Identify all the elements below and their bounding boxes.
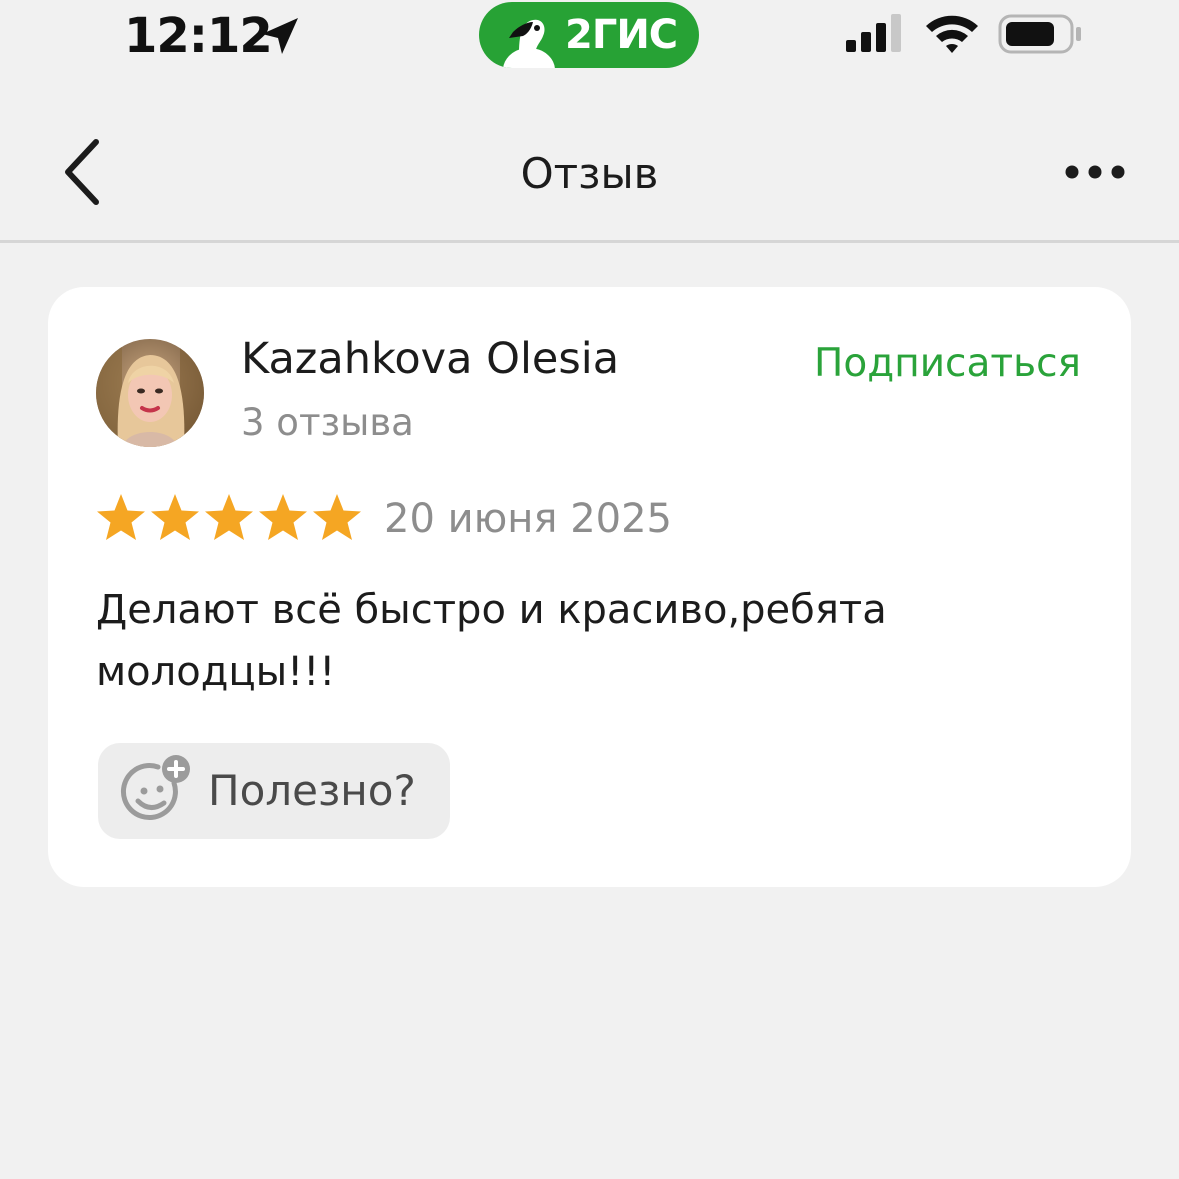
signal-icon [846, 14, 901, 52]
status-time: 12:12 [124, 8, 273, 64]
rating-stars [94, 491, 364, 547]
review-count: 3 отзыва [241, 401, 414, 444]
helpful-button[interactable]: Полезно? [98, 743, 450, 839]
location-arrow-icon [262, 18, 298, 54]
helpful-label: Полезно? [208, 766, 416, 815]
star-icon [151, 494, 199, 540]
review-text: Делают всё быстро и красиво,ребята молод… [96, 587, 887, 695]
nav-bar: Отзыв [0, 110, 1179, 243]
battery-icon [998, 14, 1081, 54]
screen: 12:12 2ГИС Отзыв Kazahkova Olesia 3 отзы… [0, 0, 1179, 1179]
more-dots-icon [1065, 165, 1125, 179]
app-badge-label: 2ГИС [565, 12, 678, 58]
author-name[interactable]: Kazahkova Olesia [241, 333, 619, 385]
smile-plus-icon [120, 755, 190, 821]
review-card: Kazahkova Olesia 3 отзыва Подписаться 20… [48, 287, 1131, 887]
star-icon [97, 494, 145, 540]
goose-icon [503, 19, 555, 68]
star-icon [259, 494, 307, 540]
subscribe-button[interactable]: Подписаться [814, 339, 1081, 389]
page-title: Отзыв [520, 149, 659, 198]
review-date: 20 июня 2025 [384, 496, 673, 542]
app-badge[interactable]: 2ГИС [479, 2, 699, 68]
status-bar: 12:12 2ГИС [0, 0, 1179, 80]
more-button[interactable] [1056, 146, 1134, 198]
star-icon [205, 494, 253, 540]
wifi-icon [926, 15, 978, 53]
star-icon [313, 494, 361, 540]
avatar[interactable] [96, 339, 204, 447]
